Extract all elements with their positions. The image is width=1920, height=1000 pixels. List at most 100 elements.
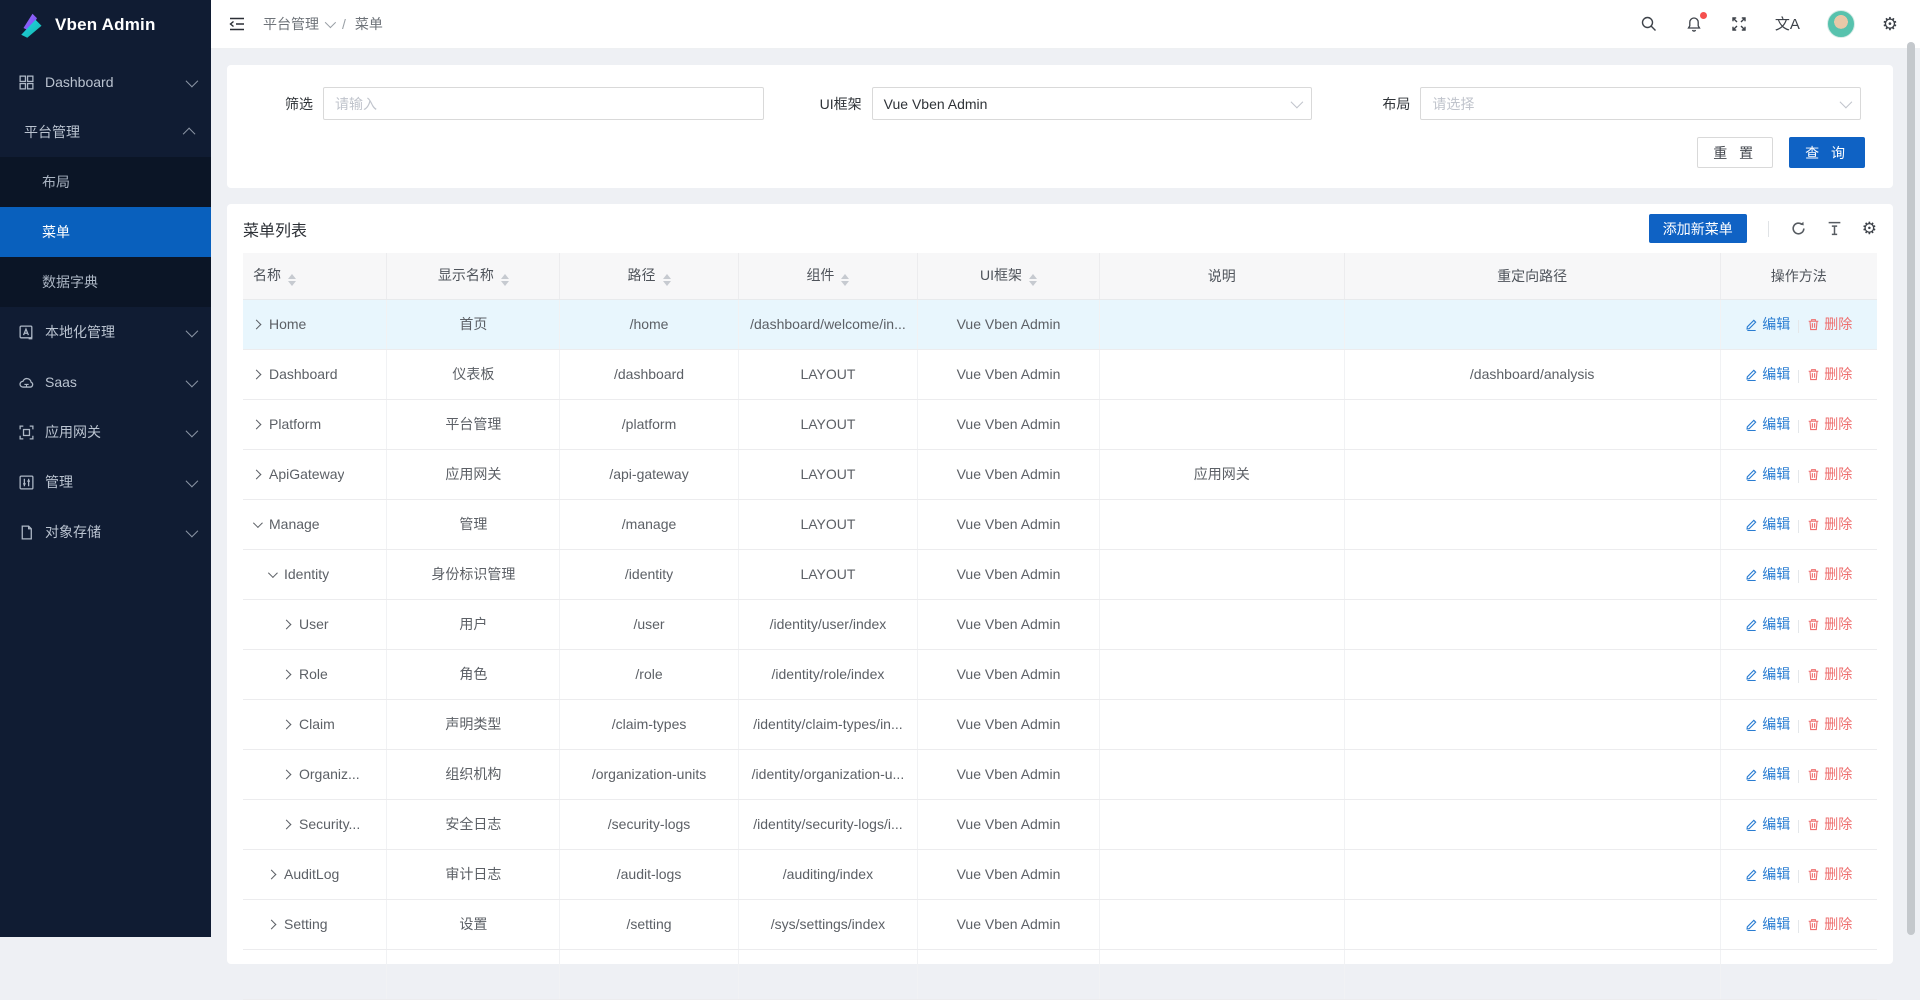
sort-icon[interactable]	[288, 274, 296, 286]
table-row[interactable]: Home 首页 /home /dashboard/welcome/in... V…	[243, 299, 1877, 349]
table-row[interactable]: Manage 管理 /manage LAYOUT Vue Vben Admin …	[243, 499, 1877, 549]
edit-button[interactable]: 编辑	[1745, 314, 1790, 334]
column-header-component[interactable]: 组件	[738, 253, 918, 299]
delete-button[interactable]: 删除	[1807, 464, 1852, 484]
vertical-scrollbar[interactable]	[1907, 42, 1915, 935]
sort-icon[interactable]	[1029, 274, 1037, 286]
table-row[interactable]: User 用户 /user /identity/user/index Vue V…	[243, 599, 1877, 649]
breadcrumb-parent[interactable]: 平台管理	[263, 14, 333, 34]
edit-button[interactable]: 编辑	[1745, 464, 1790, 484]
delete-button[interactable]: 删除	[1807, 714, 1852, 734]
edit-button[interactable]: 编辑	[1745, 664, 1790, 684]
column-header-display-name[interactable]: 显示名称	[387, 253, 560, 299]
delete-button[interactable]: 删除	[1807, 364, 1852, 384]
cell-display-name: 安全日志	[387, 799, 560, 849]
table-row[interactable]	[243, 949, 1877, 999]
delete-button[interactable]: 删除	[1807, 664, 1852, 684]
sidebar-item-localization[interactable]: 本地化管理	[0, 307, 211, 357]
column-header-ui-framework[interactable]: UI框架	[918, 253, 1099, 299]
sort-icon[interactable]	[663, 274, 671, 286]
row-height-icon[interactable]	[1826, 220, 1843, 237]
notification-bell-icon[interactable]	[1685, 15, 1703, 33]
logo[interactable]: Vben Admin	[0, 0, 211, 49]
settings-gear-icon[interactable]: ⚙	[1882, 15, 1898, 33]
cell-name: Setting	[243, 899, 387, 949]
edit-button[interactable]: 编辑	[1745, 864, 1790, 884]
table-row[interactable]: Claim 声明类型 /claim-types /identity/claim-…	[243, 699, 1877, 749]
edit-button[interactable]: 编辑	[1745, 714, 1790, 734]
tree-toggle-icon[interactable]	[252, 369, 262, 379]
tree-toggle-icon[interactable]	[267, 869, 277, 879]
table-settings-gear-icon[interactable]: ⚙	[1862, 220, 1877, 237]
sidebar-item-api-gateway[interactable]: 应用网关	[0, 407, 211, 457]
delete-button[interactable]: 删除	[1807, 414, 1852, 434]
table-row[interactable]: Security... 安全日志 /security-logs /identit…	[243, 799, 1877, 849]
table-row[interactable]: AuditLog 审计日志 /audit-logs /auditing/inde…	[243, 849, 1877, 899]
sidebar-item-saas[interactable]: Saas	[0, 357, 211, 407]
tree-toggle-icon[interactable]	[252, 319, 262, 329]
delete-button[interactable]: 删除	[1807, 614, 1852, 634]
sidebar-item-object-storage[interactable]: 对象存储	[0, 507, 211, 557]
delete-button[interactable]: 删除	[1807, 914, 1852, 934]
edit-button[interactable]: 编辑	[1745, 364, 1790, 384]
collapse-sidebar-icon[interactable]	[227, 14, 247, 34]
delete-button[interactable]: 删除	[1807, 864, 1852, 884]
refresh-icon[interactable]	[1790, 220, 1807, 237]
layout-select-placeholder: 请选择	[1432, 94, 1474, 114]
table-row[interactable]: Setting 设置 /setting /sys/settings/index …	[243, 899, 1877, 949]
sidebar-item-platform[interactable]: 平台管理	[0, 107, 211, 157]
table-row[interactable]: Role 角色 /role /identity/role/index Vue V…	[243, 649, 1877, 699]
search-icon[interactable]	[1640, 15, 1658, 33]
reset-button[interactable]: 重 置	[1697, 137, 1773, 168]
sidebar-item-dashboard[interactable]: Dashboard	[0, 57, 211, 107]
edit-button[interactable]: 编辑	[1745, 564, 1790, 584]
edit-button[interactable]: 编辑	[1745, 764, 1790, 784]
action-divider	[1798, 620, 1799, 633]
sidebar-item-layout[interactable]: 布局	[0, 157, 211, 207]
edit-button[interactable]: 编辑	[1745, 614, 1790, 634]
tree-toggle-icon[interactable]	[282, 619, 292, 629]
delete-button[interactable]: 删除	[1807, 764, 1852, 784]
tree-toggle-icon[interactable]	[282, 719, 292, 729]
add-menu-button[interactable]: 添加新菜单	[1649, 214, 1747, 243]
edit-button[interactable]: 编辑	[1745, 414, 1790, 434]
tree-toggle-icon[interactable]	[282, 769, 292, 779]
row-actions: 编辑 删除	[1720, 449, 1877, 499]
row-actions: 编辑 删除	[1720, 899, 1877, 949]
tree-toggle-icon[interactable]	[282, 819, 292, 829]
table-row[interactable]: Organiz... 组织机构 /organization-units /ide…	[243, 749, 1877, 799]
translate-icon[interactable]: 文A	[1775, 17, 1800, 32]
fullscreen-icon[interactable]	[1730, 15, 1748, 33]
column-header-path[interactable]: 路径	[560, 253, 738, 299]
table-row[interactable]: ApiGateway 应用网关 /api-gateway LAYOUT Vue …	[243, 449, 1877, 499]
delete-button[interactable]: 删除	[1807, 514, 1852, 534]
tree-toggle-icon[interactable]	[252, 469, 262, 479]
column-header-name[interactable]: 名称	[243, 253, 387, 299]
table-row[interactable]: Identity 身份标识管理 /identity LAYOUT Vue Vbe…	[243, 549, 1877, 599]
filter-input[interactable]: 请输入	[323, 87, 764, 120]
layout-select[interactable]: 请选择	[1420, 87, 1861, 120]
search-button[interactable]: 查 询	[1789, 137, 1865, 168]
platform-submenu: 布局 菜单 数据字典	[0, 157, 211, 307]
delete-button[interactable]: 删除	[1807, 814, 1852, 834]
sidebar-item-data-dictionary[interactable]: 数据字典	[0, 257, 211, 307]
tree-toggle-icon[interactable]	[268, 568, 278, 578]
edit-button[interactable]: 编辑	[1745, 814, 1790, 834]
delete-button[interactable]: 删除	[1807, 314, 1852, 334]
tree-toggle-icon[interactable]	[252, 419, 262, 429]
sort-icon[interactable]	[841, 274, 849, 286]
edit-button-label: 编辑	[1762, 714, 1790, 734]
tree-toggle-icon[interactable]	[253, 518, 263, 528]
sidebar-item-manage[interactable]: 管理	[0, 457, 211, 507]
table-row[interactable]: Platform 平台管理 /platform LAYOUT Vue Vben …	[243, 399, 1877, 449]
sidebar-item-menu[interactable]: 菜单	[0, 207, 211, 257]
tree-toggle-icon[interactable]	[267, 919, 277, 929]
edit-button[interactable]: 编辑	[1745, 514, 1790, 534]
ui-framework-select[interactable]: Vue Vben Admin	[872, 87, 1313, 120]
user-avatar[interactable]	[1827, 10, 1855, 38]
sort-icon[interactable]	[501, 274, 509, 286]
edit-button[interactable]: 编辑	[1745, 914, 1790, 934]
table-row[interactable]: Dashboard 仪表板 /dashboard LAYOUT Vue Vben…	[243, 349, 1877, 399]
delete-button[interactable]: 删除	[1807, 564, 1852, 584]
tree-toggle-icon[interactable]	[282, 669, 292, 679]
